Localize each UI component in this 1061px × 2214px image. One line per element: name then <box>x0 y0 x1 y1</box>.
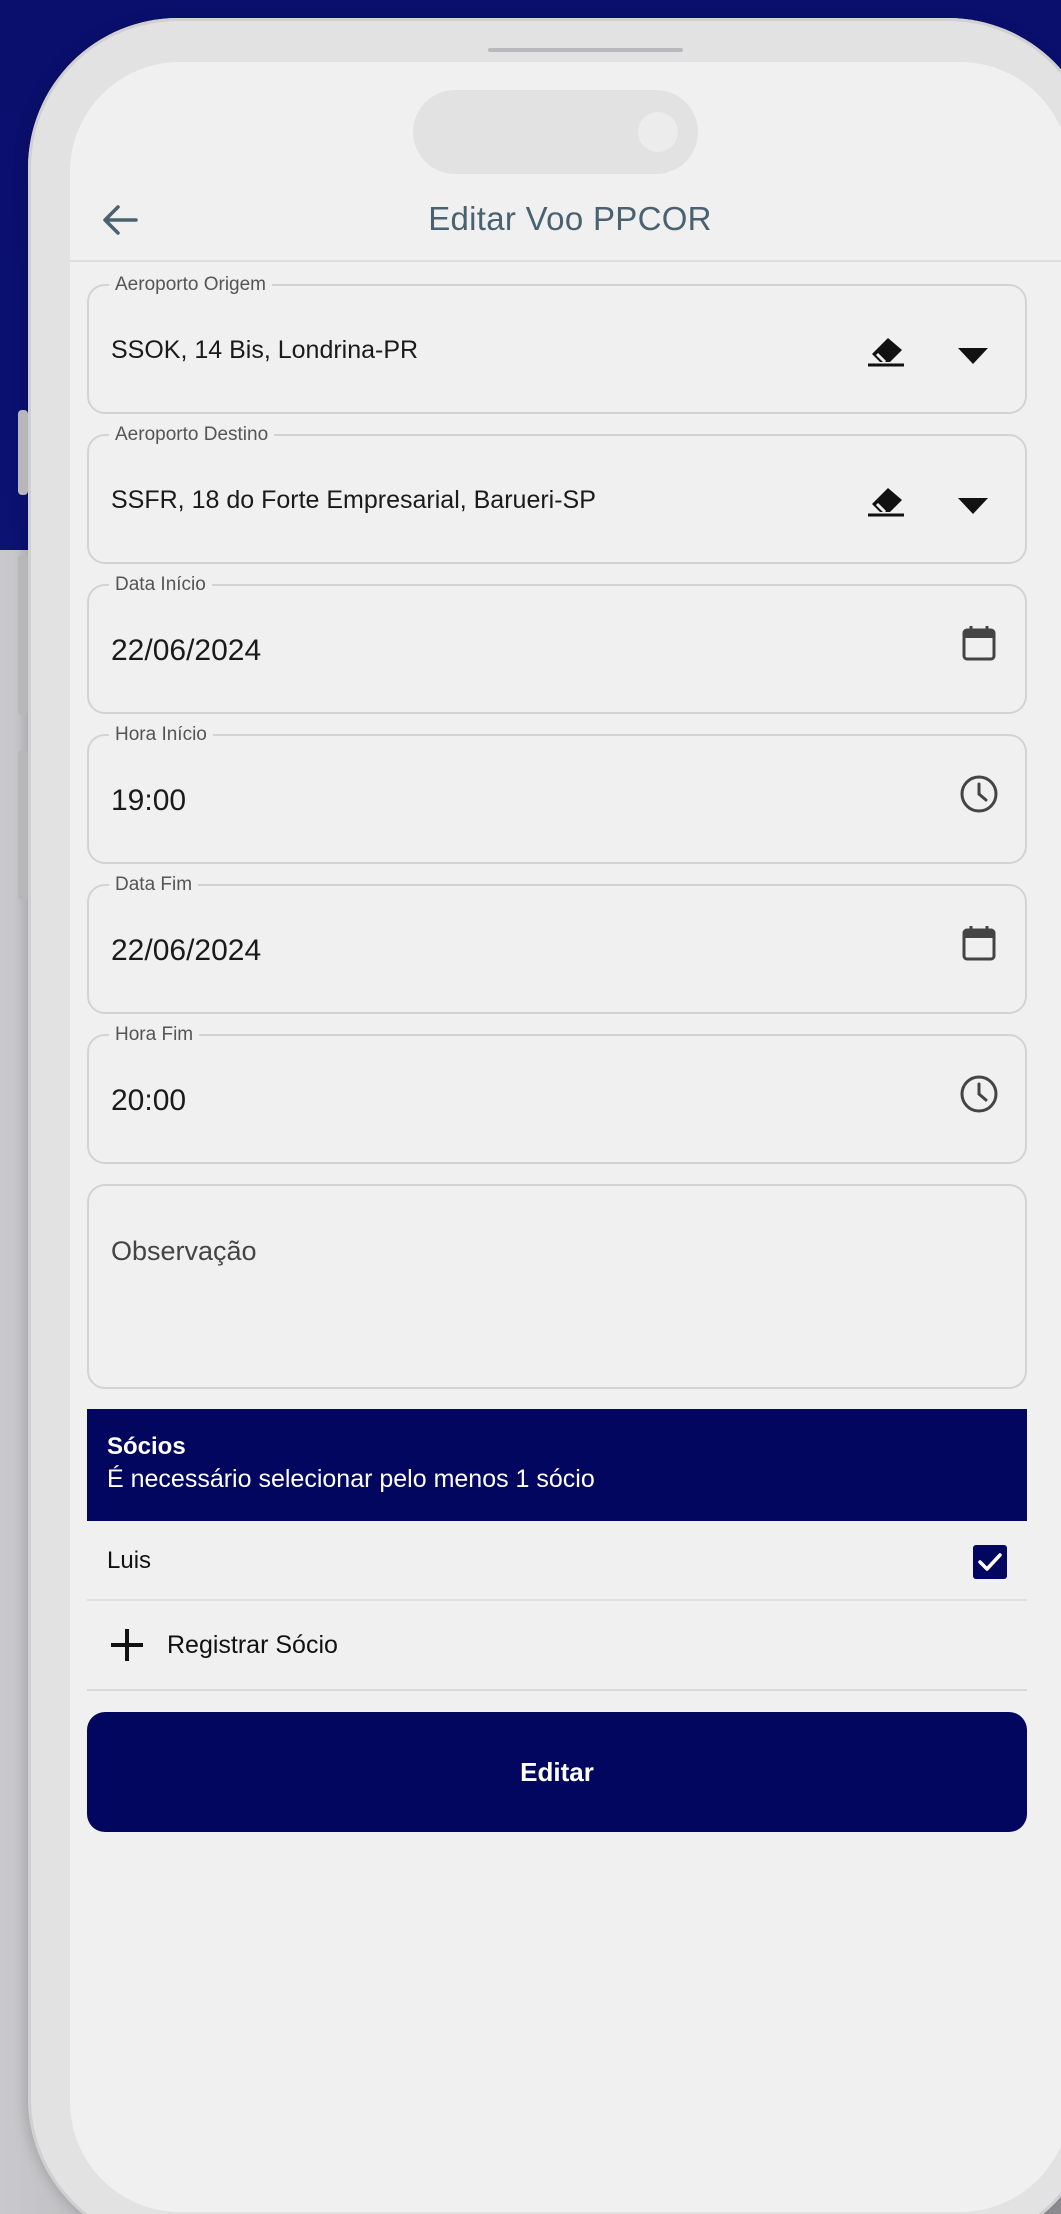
partner-row[interactable]: Luis <box>87 1521 1027 1601</box>
end-date-value: 22/06/2024 <box>111 934 262 967</box>
partners-section-header: Sócios É necessário selecionar pelo meno… <box>87 1409 1027 1521</box>
calendar-icon[interactable] <box>961 924 997 962</box>
partners-subtitle: É necessário selecionar pelo menos 1 sóc… <box>107 1465 595 1493</box>
phone-top-edge <box>488 48 683 52</box>
destination-airport-select[interactable]: Aeroporto Destino SSFR, 18 do Forte Empr… <box>87 424 1027 564</box>
end-date-label: Data Fim <box>109 874 199 896</box>
register-partner-label: Registrar Sócio <box>167 1631 338 1659</box>
start-time-label: Hora Início <box>109 724 213 746</box>
edit-submit-button[interactable]: Editar <box>87 1712 1027 1832</box>
clock-icon[interactable] <box>959 1074 999 1114</box>
plus-icon <box>111 1629 143 1661</box>
register-partner-button[interactable]: Registrar Sócio <box>87 1601 1027 1691</box>
partner-checkbox[interactable] <box>973 1545 1007 1579</box>
page-title: Editar Voo PPCOR <box>428 200 712 237</box>
end-date-field[interactable]: Data Fim 22/06/2024 <box>87 874 1027 1014</box>
phone-side-button <box>18 555 28 715</box>
origin-airport-value: SSOK, 14 Bis, Londrina-PR <box>111 336 419 364</box>
start-time-field[interactable]: Hora Início 19:00 <box>87 724 1027 864</box>
start-date-field[interactable]: Data Início 22/06/2024 <box>87 574 1027 714</box>
phone-side-button <box>18 750 28 900</box>
start-date-label: Data Início <box>109 574 212 596</box>
calendar-icon[interactable] <box>961 624 997 662</box>
observation-placeholder: Observação <box>111 1236 257 1266</box>
end-time-field[interactable]: Hora Fim 20:00 <box>87 1024 1027 1164</box>
phone-side-button <box>18 410 28 495</box>
start-date-value: 22/06/2024 <box>111 634 262 667</box>
destination-airport-value: SSFR, 18 do Forte Empresarial, Barueri-S… <box>111 486 596 514</box>
origin-airport-label: Aeroporto Origem <box>109 274 273 296</box>
caret-down-icon[interactable] <box>956 346 990 366</box>
partner-name: Luis <box>107 1547 152 1574</box>
check-icon <box>978 1553 1002 1571</box>
end-time-value: 20:00 <box>111 1084 187 1117</box>
dynamic-island <box>413 90 698 174</box>
camera-icon <box>638 112 678 152</box>
start-time-value: 19:00 <box>111 784 187 817</box>
caret-down-icon[interactable] <box>956 496 990 516</box>
end-time-label: Hora Fim <box>109 1024 200 1046</box>
eraser-icon[interactable] <box>864 332 908 368</box>
phone-screen: Editar Voo PPCOR Aeroporto Origem SSOK, … <box>70 62 1061 2212</box>
partners-title: Sócios <box>107 1433 186 1460</box>
eraser-icon[interactable] <box>864 482 908 518</box>
clock-icon[interactable] <box>959 774 999 814</box>
origin-airport-select[interactable]: Aeroporto Origem SSOK, 14 Bis, Londrina-… <box>87 274 1027 414</box>
observation-textarea[interactable]: Observação <box>87 1184 1027 1389</box>
app-header: Editar Voo PPCOR <box>70 172 1061 262</box>
destination-airport-label: Aeroporto Destino <box>109 424 275 446</box>
